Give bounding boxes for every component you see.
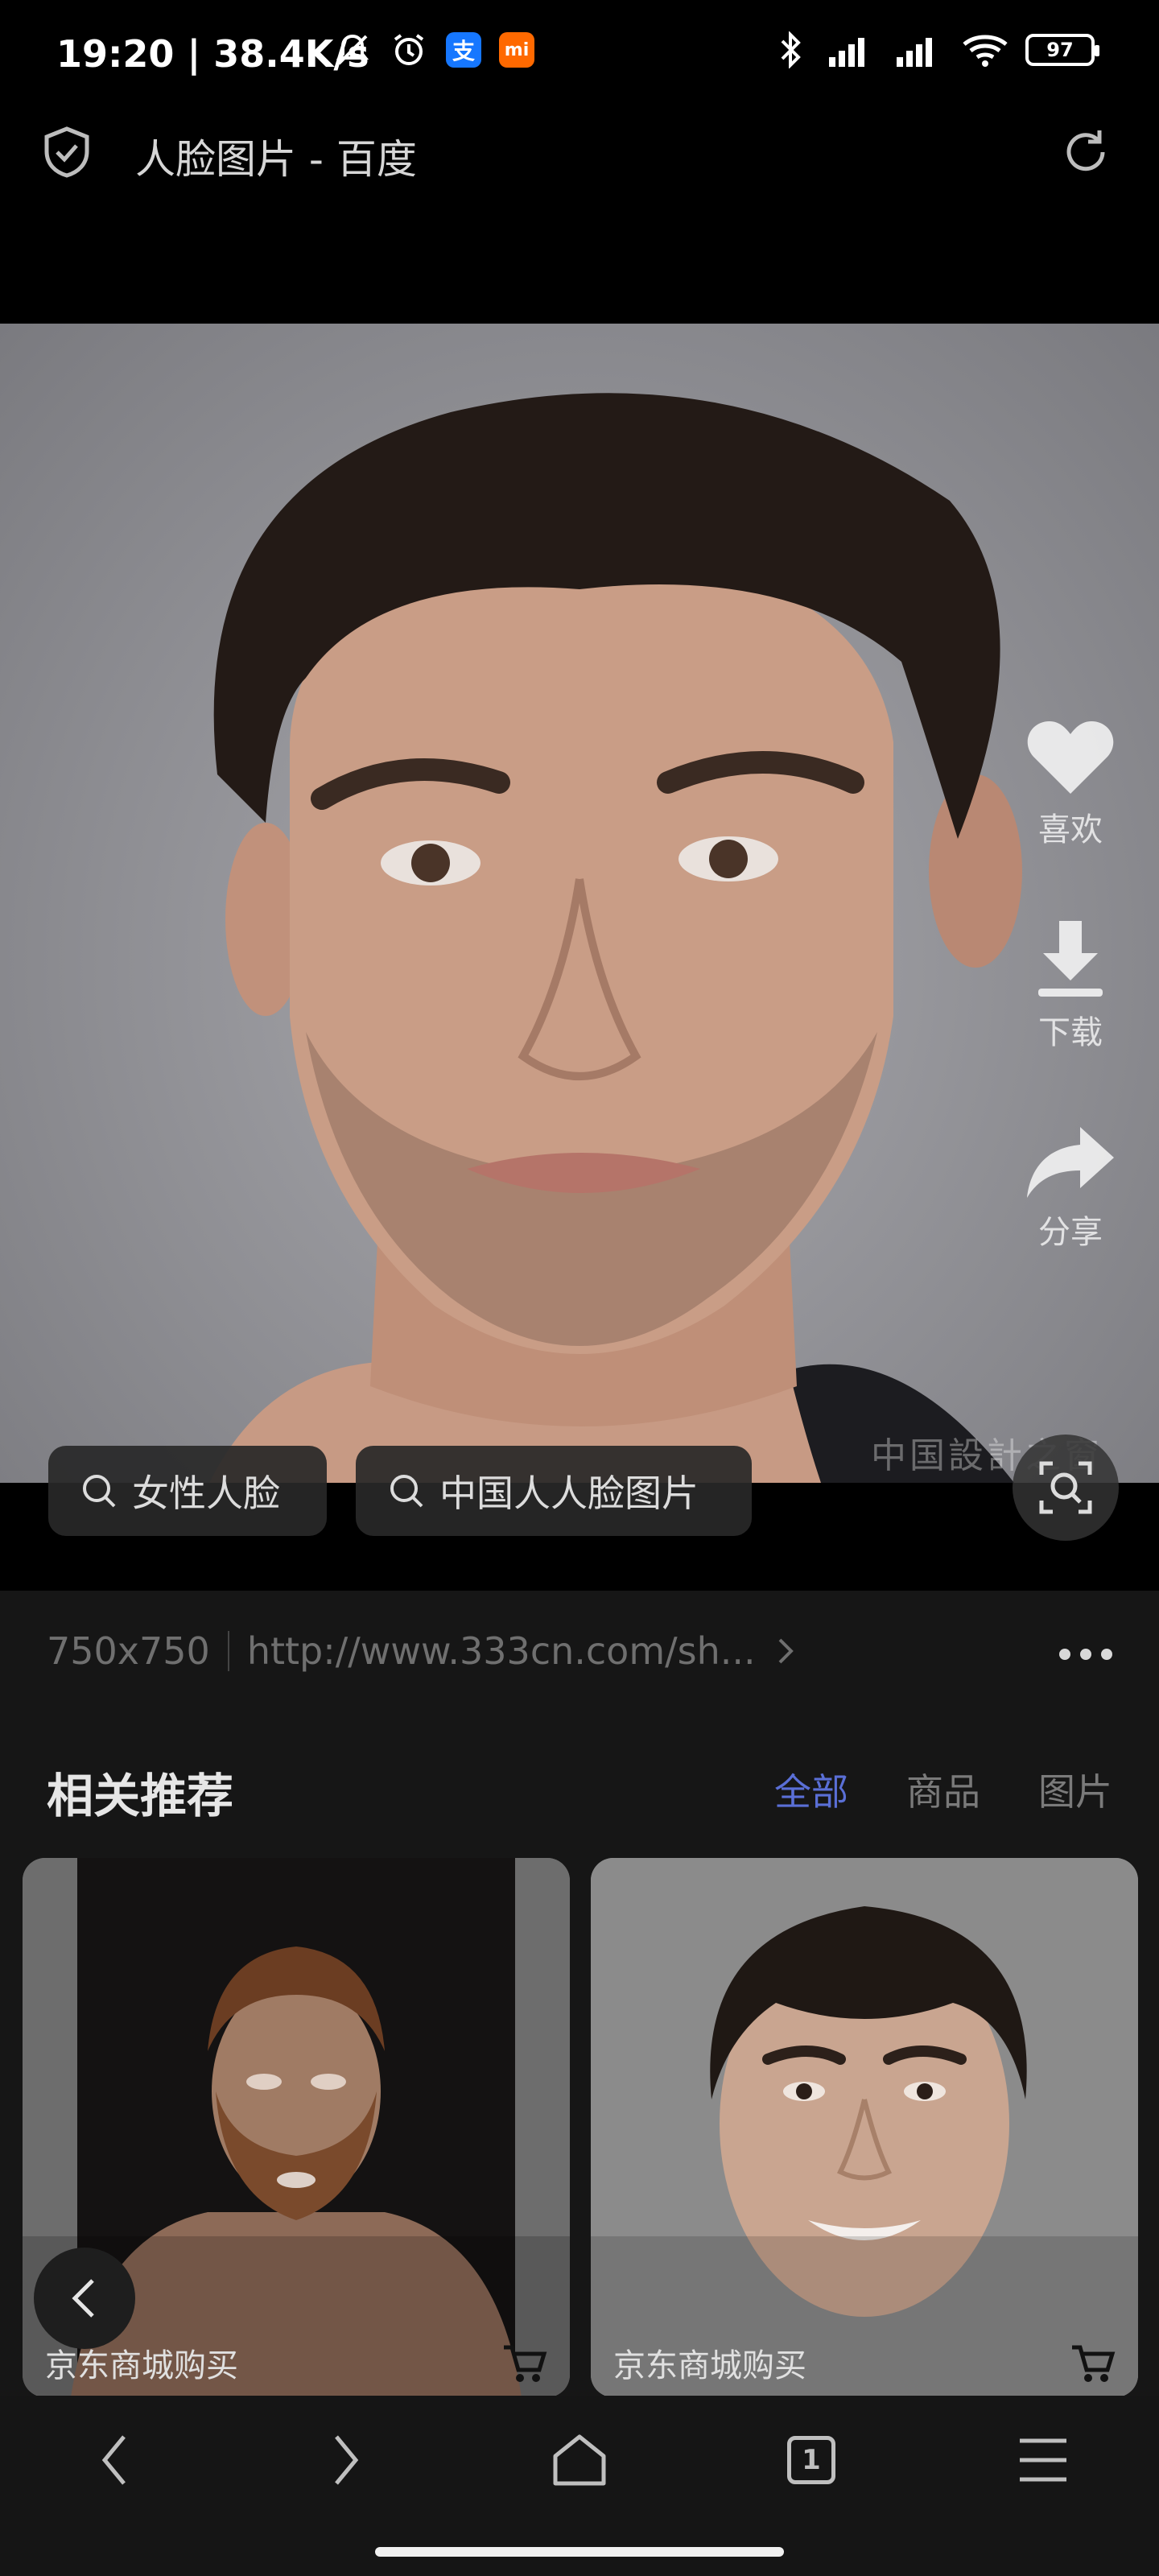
- signal-2-icon: [893, 31, 945, 69]
- image-size: 750x750: [47, 1629, 210, 1673]
- search-chip-label: 女性人脸: [132, 1472, 280, 1515]
- browser-header: 人脸图片 - 百度: [0, 105, 1159, 201]
- more-options-button[interactable]: [1059, 1649, 1112, 1660]
- home-icon: [553, 2434, 606, 2486]
- shield-icon[interactable]: [42, 126, 92, 179]
- alipay-icon: 支: [446, 32, 481, 68]
- download-label: 下载: [1038, 1014, 1103, 1051]
- home-indicator[interactable]: [375, 2547, 784, 2557]
- share-icon: [1027, 1127, 1114, 1198]
- wifi-icon: [961, 31, 1009, 69]
- tab-products[interactable]: 商品: [906, 1763, 980, 1816]
- search-chip-1[interactable]: 女性人脸: [48, 1446, 327, 1536]
- back-arrow-icon: [101, 2435, 126, 2485]
- related-title: 相关推荐: [47, 1769, 234, 1823]
- alarm-icon: [390, 31, 428, 69]
- related-tabs: 全部 商品 图片: [774, 1763, 1112, 1816]
- heart-icon: [1027, 721, 1114, 794]
- tab-count: 1: [787, 2436, 835, 2484]
- forward-arrow-icon: [335, 2435, 359, 2485]
- cart-icon[interactable]: [502, 2344, 547, 2384]
- status-time: 19:20 | 38.4K/s: [56, 32, 369, 76]
- download-icon: [1038, 921, 1103, 997]
- like-label: 喜欢: [1038, 811, 1103, 848]
- tab-images[interactable]: 图片: [1038, 1763, 1112, 1816]
- visual-search-button[interactable]: [1013, 1435, 1119, 1541]
- search-chip-label: 中国人人脸图片: [439, 1472, 699, 1515]
- share-label: 分享: [1038, 1214, 1103, 1251]
- divider: [227, 1631, 229, 1671]
- face-illustration: [209, 393, 1022, 1483]
- dot-icon: [1059, 1649, 1070, 1660]
- source-url[interactable]: http://www.333cn.com/sh...: [247, 1629, 756, 1673]
- related-card-2[interactable]: 京东商城购买: [591, 1858, 1138, 2397]
- refresh-icon[interactable]: [1059, 126, 1112, 179]
- card-image: [591, 1858, 1138, 2397]
- status-bar: 19:20 | 38.4K/s 支 mi 97: [0, 0, 1159, 105]
- card-caption: 京东商城购买: [613, 2347, 806, 2384]
- bluetooth-icon: [771, 31, 810, 69]
- share-button[interactable]: 分享: [1014, 1124, 1127, 1253]
- dot-icon: [1080, 1649, 1091, 1660]
- cart-icon[interactable]: [1070, 2344, 1116, 2384]
- dot-icon: [1101, 1649, 1112, 1660]
- nav-forward-button[interactable]: [314, 2428, 378, 2492]
- floating-back-button[interactable]: [34, 2248, 135, 2349]
- nav-menu-button[interactable]: [1011, 2428, 1075, 2492]
- nav-tabs-button[interactable]: 1: [779, 2428, 843, 2492]
- mute-icon: [333, 31, 372, 69]
- search-icon: [83, 1475, 116, 1508]
- battery-icon: 97: [1025, 34, 1099, 66]
- page-title: 人脸图片 - 百度: [135, 136, 417, 183]
- tab-all[interactable]: 全部: [774, 1763, 848, 1816]
- chevron-right-icon: [778, 1638, 794, 1664]
- signal-1-icon: [826, 31, 877, 69]
- mi-icon: mi: [499, 32, 534, 68]
- scan-search-icon: [1039, 1461, 1092, 1514]
- nav-back-button[interactable]: [82, 2428, 146, 2492]
- search-icon: [390, 1475, 423, 1508]
- image-source-row[interactable]: 750x750 http://www.333cn.com/sh...: [47, 1629, 798, 1673]
- search-chip-2[interactable]: 中国人人脸图片: [356, 1446, 752, 1536]
- main-image[interactable]: 中国設計之窗: [0, 324, 1159, 1483]
- menu-icon: [1020, 2438, 1066, 2482]
- like-button[interactable]: 喜欢: [1014, 718, 1127, 850]
- nav-home-button[interactable]: [547, 2428, 612, 2492]
- download-button[interactable]: 下载: [1014, 918, 1127, 1053]
- chevron-left-icon: [72, 2279, 94, 2318]
